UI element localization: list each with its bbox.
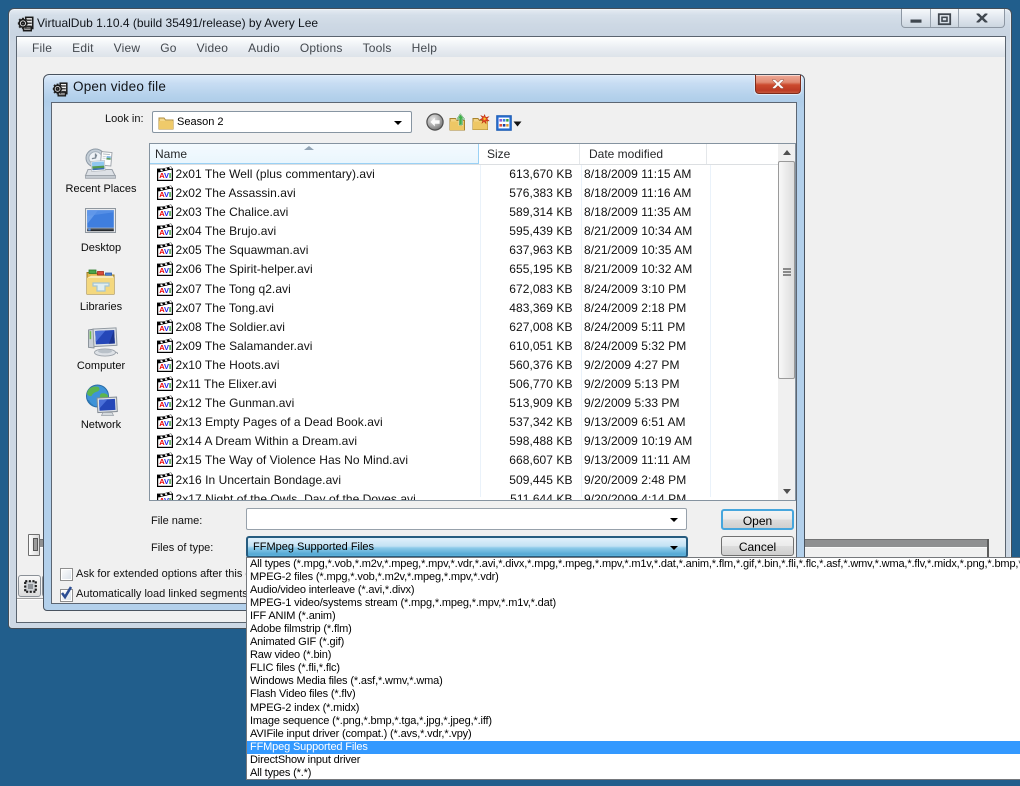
- svg-text:I: I: [169, 477, 171, 486]
- svg-text:I: I: [169, 419, 171, 428]
- svg-text:I: I: [169, 286, 171, 295]
- svg-text:I: I: [169, 458, 171, 467]
- svg-text:I: I: [169, 343, 171, 352]
- svg-text:I: I: [169, 496, 171, 500]
- svg-text:I: I: [169, 324, 171, 333]
- svg-text:I: I: [169, 267, 171, 276]
- svg-text:I: I: [169, 209, 171, 218]
- svg-text:I: I: [169, 400, 171, 409]
- svg-text:I: I: [169, 228, 171, 237]
- svg-text:I: I: [169, 248, 171, 257]
- svg-text:I: I: [169, 381, 171, 390]
- svg-text:I: I: [169, 439, 171, 448]
- svg-text:I: I: [169, 190, 171, 199]
- svg-text:I: I: [169, 171, 171, 180]
- svg-text:I: I: [169, 305, 171, 314]
- svg-text:I: I: [169, 362, 171, 371]
